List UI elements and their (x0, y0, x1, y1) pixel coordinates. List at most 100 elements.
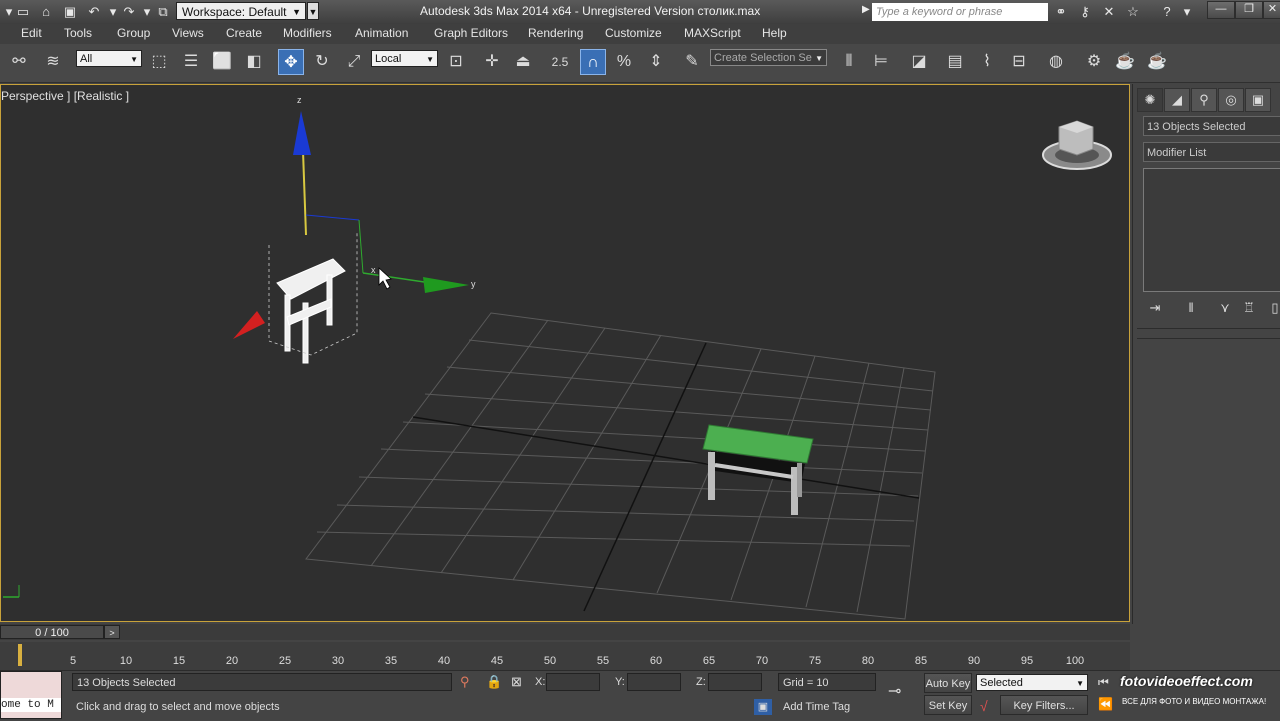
spinner-snap-icon[interactable]: ⇕ (643, 49, 669, 75)
maxscript-text[interactable]: ome to M (1, 698, 61, 712)
key-filters-button[interactable]: Key Filters... (1000, 695, 1088, 715)
menu-group[interactable]: Group (117, 26, 150, 40)
default-in-out-tangents-icon[interactable]: √ (980, 698, 988, 714)
z-coordinate-field[interactable] (708, 673, 762, 691)
communication-center-icon[interactable]: ✕ (1100, 3, 1118, 20)
make-unique-icon[interactable]: ⋎ (1215, 298, 1235, 318)
menu-help[interactable]: Help (762, 26, 787, 40)
time-cursor[interactable] (18, 644, 22, 666)
pin-stack-icon[interactable]: ⇥ (1145, 298, 1165, 318)
layer-manager-icon[interactable]: ◪ (906, 49, 932, 75)
selection-lock-icon[interactable]: 🔒 (486, 674, 502, 690)
menu-rendering[interactable]: Rendering (528, 26, 583, 40)
isolate-selection-icon[interactable]: ⚲ (460, 674, 470, 690)
menu-graph-editors[interactable]: Graph Editors (434, 26, 508, 40)
x-coordinate-field[interactable] (546, 673, 600, 691)
key-icon[interactable]: ⊸ (888, 681, 901, 701)
curve-editor-icon[interactable]: ⌇ (974, 49, 1000, 75)
set-key-button[interactable]: Set Key (924, 695, 972, 715)
reference-coordinate-dropdown[interactable]: Local ▼ (371, 50, 438, 67)
modifier-stack[interactable] (1143, 168, 1280, 292)
rendered-frame-window-icon[interactable]: ☕ (1112, 49, 1138, 75)
undo-icon[interactable]: ↶ (85, 3, 103, 20)
bind-to-space-warp-icon[interactable]: ≋ (40, 49, 66, 75)
menu-modifiers[interactable]: Modifiers (283, 26, 332, 40)
help-icon[interactable]: ? (1158, 3, 1176, 20)
select-and-move-icon[interactable]: ✥ (278, 49, 304, 75)
save-file-icon[interactable]: ▣ (61, 3, 79, 20)
absolute-mode-icon[interactable]: ⊠ (511, 674, 522, 690)
menu-edit[interactable]: Edit (21, 26, 42, 40)
previous-key-icon[interactable]: ⏪ (1098, 697, 1113, 711)
add-time-tag[interactable]: Add Time Tag (783, 701, 850, 713)
mirror-icon[interactable]: ⫴ (836, 49, 862, 75)
search-input[interactable]: Type a keyword or phrase (872, 3, 1048, 21)
selection-filter-dropdown[interactable]: All ▼ (76, 50, 142, 67)
render-setup-icon[interactable]: ⚙ (1081, 49, 1107, 75)
open-file-icon[interactable]: ⌂ (37, 3, 55, 20)
select-and-scale-icon[interactable]: ⤢ (341, 49, 367, 75)
motion-tab-icon[interactable]: ◎ (1218, 88, 1244, 112)
time-tag-icon[interactable]: ▣ (754, 699, 772, 715)
workspace-dropdown[interactable]: Workspace: Default ▼ (176, 2, 306, 20)
menu-customize[interactable]: Customize (605, 26, 662, 40)
modifier-list-dropdown[interactable]: Modifier List (1143, 142, 1280, 162)
select-and-link-icon[interactable]: ⚯ (6, 49, 32, 75)
schematic-view-icon[interactable]: ⊟ (1006, 49, 1032, 75)
restore-button[interactable]: ❐ (1235, 1, 1263, 19)
graphite-ribbon-icon[interactable]: ▤ (942, 49, 968, 75)
select-object-icon[interactable]: ⬚ (146, 49, 172, 75)
edit-named-selection-icon[interactable]: ✎ (679, 49, 705, 75)
hierarchy-tab-icon[interactable]: ⚲ (1191, 88, 1217, 112)
selection-name-field[interactable]: 13 Objects Selected (1143, 116, 1280, 136)
manipulate-icon[interactable]: ✛ (479, 49, 505, 75)
gizmo-x-arrow (233, 311, 265, 339)
perspective-viewport[interactable]: Perspective ] [Realistic ] z y x (0, 84, 1130, 622)
window-crossing-icon[interactable]: ◧ (241, 49, 267, 75)
maxscript-listener[interactable]: ome to M (0, 671, 62, 719)
auto-key-button[interactable]: Auto Key (924, 673, 972, 693)
material-editor-icon[interactable]: ◍ (1043, 49, 1069, 75)
named-selection-dropdown[interactable]: Create Selection Se ▼ (710, 49, 827, 66)
menu-tools[interactable]: Tools (64, 26, 92, 40)
track-bar[interactable]: 5 10 15 20 25 30 35 40 45 50 55 60 65 70… (0, 642, 1130, 670)
workspace-options-icon[interactable]: ▼ (307, 2, 319, 20)
close-button[interactable]: ✕ (1263, 1, 1280, 19)
show-end-result-icon[interactable]: ‖ (1181, 298, 1201, 318)
binoculars-icon[interactable]: ⚭ (1052, 3, 1070, 20)
menu-views[interactable]: Views (172, 26, 204, 40)
redo-icon[interactable]: ↷ (120, 3, 138, 20)
pivot-center-icon[interactable]: ⊡ (443, 49, 469, 75)
menu-animation[interactable]: Animation (355, 26, 408, 40)
go-to-start-icon[interactable]: ⏮ (1098, 675, 1109, 690)
menu-maxscript[interactable]: MAXScript (684, 26, 741, 40)
subscription-icon[interactable]: ⚷ (1076, 3, 1094, 20)
new-file-icon[interactable]: ▭ (14, 3, 32, 20)
y-label: Y: (615, 676, 625, 688)
search-expand-icon[interactable]: ▶ (862, 4, 870, 15)
chevron-down-icon: ▼ (292, 7, 301, 17)
snaps-toggle-icon[interactable]: 2.5 (547, 49, 573, 75)
menu-create[interactable]: Create (226, 26, 262, 40)
configure-modifier-sets-icon[interactable]: ▯ (1265, 298, 1280, 318)
remove-modifier-icon[interactable]: ♖ (1239, 298, 1259, 318)
favorites-star-icon[interactable]: ☆ (1124, 3, 1142, 20)
next-frame-icon[interactable]: > (104, 625, 120, 639)
create-tab-icon[interactable]: ✺ (1137, 88, 1163, 112)
display-tab-icon[interactable]: ▣ (1245, 88, 1271, 112)
project-folder-icon[interactable]: ⧉ (154, 3, 172, 20)
modify-tab-icon[interactable]: ◢ (1164, 88, 1190, 112)
align-icon[interactable]: ⊨ (868, 49, 894, 75)
rectangular-selection-icon[interactable]: ⬜ (209, 49, 235, 75)
key-mode-dropdown[interactable]: Selected ▼ (976, 674, 1088, 691)
minimize-button[interactable]: — (1207, 1, 1235, 19)
time-slider[interactable]: 0 / 100 (0, 625, 104, 639)
y-coordinate-field[interactable] (627, 673, 681, 691)
select-by-name-icon[interactable]: ☰ (178, 49, 204, 75)
select-and-rotate-icon[interactable]: ↻ (309, 49, 335, 75)
angle-snap-icon[interactable]: ∩ (580, 49, 606, 75)
percent-snap-icon[interactable]: % (611, 49, 637, 75)
render-production-icon[interactable]: ☕ (1144, 49, 1170, 75)
keyboard-shortcut-override-icon[interactable]: ⏏ (510, 49, 536, 75)
help-dropdown-icon[interactable]: ▾ (1178, 3, 1196, 20)
